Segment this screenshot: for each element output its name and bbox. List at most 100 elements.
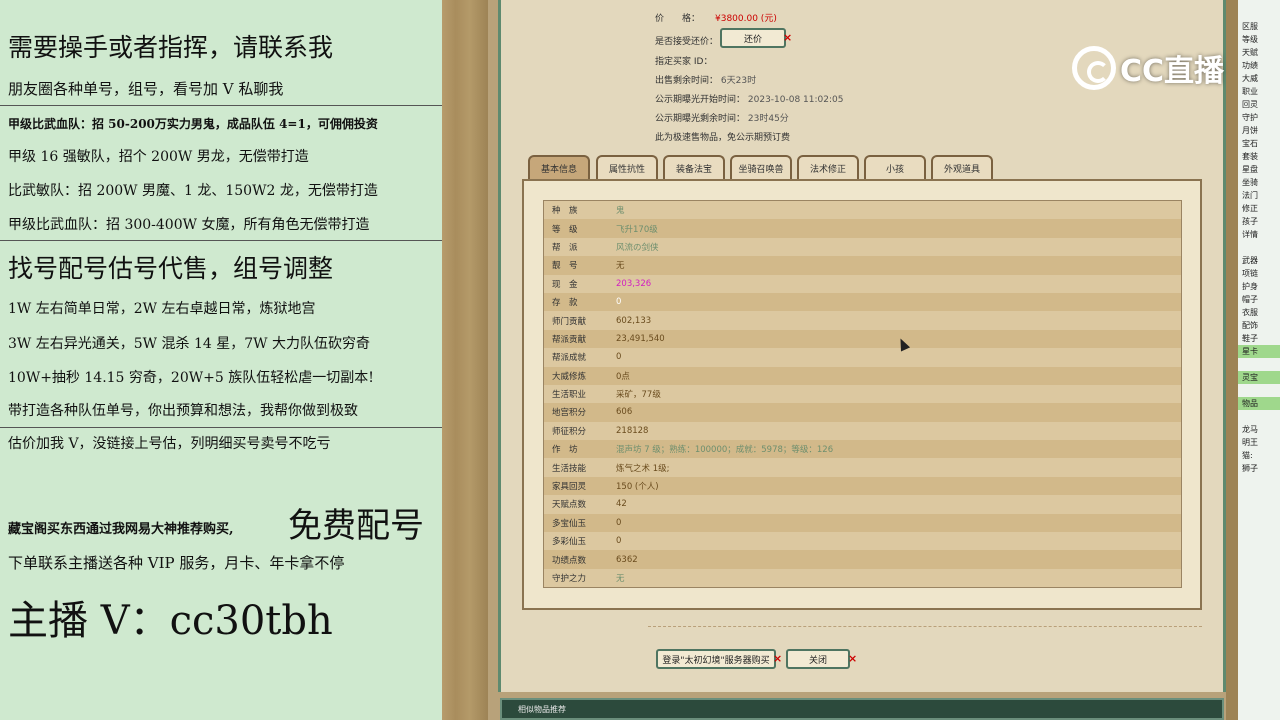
info-line: 带打造各种队伍单号，你出预算和想法，我帮你做到极致 (8, 403, 358, 419)
info-label: 存 款 (552, 298, 578, 309)
right-panel-item: 功绩 (1242, 61, 1258, 70)
tab-mounts-pets[interactable]: 坐骑召唤兽 (730, 155, 792, 179)
right-panel-item: 鞋子 (1242, 334, 1258, 343)
cc-live-logo: CC直播 (1072, 43, 1224, 93)
right-panel-item: 武器 (1242, 256, 1258, 265)
info-row: 靓 号无 (544, 256, 1181, 275)
info-label: 现 金 (552, 279, 578, 290)
headline-operator: 需要操手或者指挥，请联系我 (8, 33, 334, 62)
counter-offer-label: 是否接受还价： (655, 37, 719, 47)
similar-items-bar[interactable]: 相似物品推荐 (500, 698, 1224, 720)
info-label: 生活职业 (552, 390, 587, 401)
info-value: 150 (个人) (616, 482, 659, 493)
info-row: 师征积分 218128 (544, 421, 1181, 441)
right-panel-item: 宝石 (1242, 139, 1258, 148)
info-label: 大威修炼 (552, 371, 587, 382)
publicity-start-value: 2023-10-08 11:02:05 (747, 95, 844, 105)
right-detail-panel: 区服 等级 天赋 功绩 大威 职业 回灵 守护 月饼 宝石 套装 星盘 坐骑 法门 修正 孩子 详情 武器 项链 护身… (1238, 0, 1280, 720)
info-label: 等 级 (552, 224, 578, 235)
info-value: 无 (616, 261, 625, 272)
info-row: 帮派贡献 23,491,540 (544, 329, 1181, 349)
info-label: 守护之力 (552, 574, 587, 584)
info-label: 靓 号 (552, 261, 578, 272)
price-label: 价 格： (655, 14, 701, 24)
info-line: 下单联系主播送各种 VIP 服务，月卡、年卡拿不停 (8, 554, 345, 572)
time-left-value: 6天23时 (720, 76, 757, 86)
close-button[interactable]: 关闭 (786, 649, 850, 669)
tab-children[interactable]: 小孩 (864, 155, 926, 179)
info-value: 炼气之术 1级; (616, 463, 670, 474)
info-row: 现 金 203,326 (544, 274, 1181, 293)
right-panel-item: 狮子 (1242, 464, 1258, 473)
right-panel-item: 套装 (1242, 152, 1258, 161)
tab-attributes[interactable]: 属性抗性 (596, 155, 658, 179)
info-value: 0点 (616, 371, 630, 382)
right-panel-item: 回灵 (1242, 100, 1258, 109)
free-match-title: 免费配号 (288, 506, 424, 546)
divider (0, 240, 442, 241)
counter-offer-row: 是否接受还价： (655, 34, 718, 47)
right-panel-item: 星卡 (1238, 345, 1280, 358)
info-line: 比武敏队：招 200W 男魔、1 龙、150W2 龙，无偿带打造 (8, 183, 378, 199)
info-value: 无 (616, 574, 625, 584)
info-value: 203,326 (616, 278, 652, 289)
right-panel-item: 配饰 (1242, 321, 1258, 330)
right-panel-item: 明王 (1242, 438, 1258, 447)
right-panel-item: 星盘 (1242, 165, 1258, 174)
right-panel-item: 法门 (1242, 191, 1258, 200)
headline-services: 找号配号估号代售，组号调整 (8, 254, 334, 283)
info-row: 生活职业 采矿，77级 (544, 384, 1181, 404)
info-line: 甲级比武血队：招 50-200万实力男鬼，成品队伍 4=1，可佣佣投资 (8, 117, 378, 131)
info-row: 种 族鬼 (544, 201, 1181, 220)
info-label: 功绩点数 (552, 555, 587, 566)
buyer-id-label: 指定买家 ID： (655, 57, 713, 67)
login-server-buy-button[interactable]: 登录"太初幻境"服务器购买 (656, 649, 776, 669)
right-panel-item: 等级 (1242, 35, 1258, 44)
info-label: 家具回灵 (552, 482, 587, 493)
info-row: 等 级 飞升170级 (544, 219, 1181, 238)
info-value: 风流の剑侠 (616, 242, 659, 253)
buyer-id-row: 指定买家 ID： (655, 54, 712, 67)
info-line: 1W 左右简单日常，2W 左右卓越日常，炼狱地宫 (8, 301, 316, 317)
info-label: 帮 派 (552, 242, 578, 253)
right-panel-item: 帽子 (1242, 295, 1258, 304)
info-row: 多宝仙玉 0 (544, 513, 1181, 533)
right-panel-item: 衣服 (1242, 308, 1258, 317)
divider (648, 626, 1202, 627)
close-x-icon: × (773, 652, 783, 665)
info-value: 采矿，77级 (616, 390, 661, 401)
info-row: 功绩点数 6362 (544, 550, 1181, 569)
price-row: 价 格： ¥3800.00 (元) (655, 11, 777, 24)
info-row: 多彩仙玉 0 (544, 532, 1181, 551)
info-value: 6362 (616, 554, 638, 565)
info-value: 鬼 (616, 206, 625, 217)
info-label: 天赋点数 (552, 500, 587, 511)
tab-equipment[interactable]: 装备法宝 (663, 155, 725, 179)
info-row: 作 坊 混声坊 7 级；熟练：100000；成就：5978；等级：126 (544, 440, 1181, 459)
price-value: ¥3800.00 (元) (715, 14, 777, 24)
counter-offer-button[interactable]: 还价 (720, 28, 786, 48)
right-panel-item: 坐骑 (1242, 178, 1258, 187)
info-line: 朋友圈各种单号，组号，看号加 V 私聊我 (8, 80, 284, 98)
info-row: 守护之力 无 (544, 568, 1181, 588)
tab-spell-mods[interactable]: 法术修正 (797, 155, 859, 179)
tab-basic-info[interactable]: 基本信息 (528, 155, 590, 179)
info-row: 存 款 0 (544, 292, 1181, 312)
right-panel-item: 天赋 (1242, 48, 1258, 57)
info-label: 作 坊 (552, 445, 578, 456)
info-label: 多彩仙玉 (552, 537, 587, 548)
info-row: 帮 派 风流の剑侠 (544, 237, 1181, 257)
basic-info-table: 种 族鬼等 级飞升170级帮 派风流の剑侠靓 号无现 金 203,326 存 款0师… (543, 200, 1182, 589)
publicity-start-label: 公示期曝光开始时间： (655, 95, 746, 105)
info-label: 师门贡献 (552, 316, 587, 327)
right-panel-item: 职业 (1242, 87, 1258, 96)
time-left-label: 出售剩余时间： (655, 76, 719, 86)
tab-appearance[interactable]: 外观道具 (931, 155, 993, 179)
info-line: 3W 左右异光通关，5W 混杀 14 星，7W 大力队伍砍穷奇 (8, 336, 370, 352)
divider (0, 105, 442, 106)
right-panel-item: 区服 (1242, 22, 1258, 31)
right-panel-item: 守护 (1242, 113, 1258, 122)
info-value: 混声坊 7 级；熟练：100000；成就：5978；等级：126 (616, 445, 834, 456)
info-value: 0 (616, 297, 622, 308)
time-left-row: 出售剩余时间： 6天23时 (655, 73, 756, 86)
